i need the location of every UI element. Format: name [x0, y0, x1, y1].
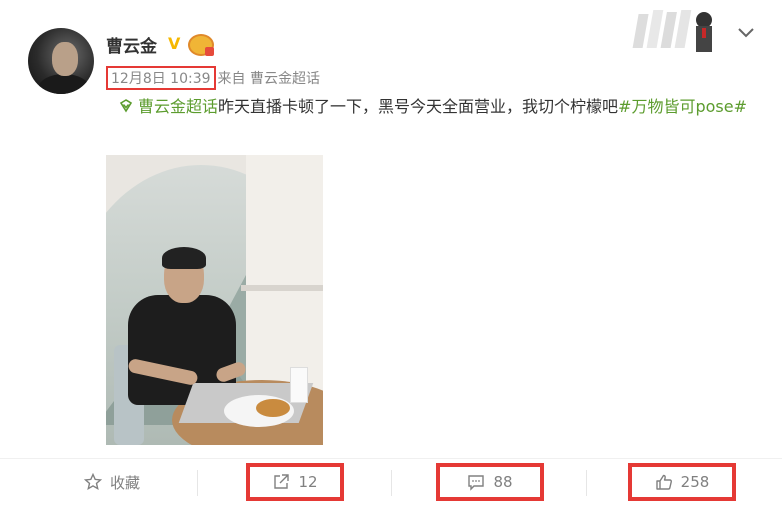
thumbs-up-icon	[655, 474, 672, 490]
avatar-body	[38, 74, 90, 94]
verified-v-icon: V	[168, 34, 181, 53]
chevron-down-icon[interactable]	[736, 26, 756, 40]
share-icon	[274, 474, 290, 489]
repost-button[interactable]: 12	[246, 463, 344, 501]
like-count: 258	[680, 473, 710, 491]
action-bar-divider	[0, 458, 782, 459]
avatar[interactable]	[28, 28, 94, 94]
star-icon	[83, 473, 102, 491]
author-name[interactable]: 曹云金	[106, 32, 157, 57]
post-body-text: 昨天直播卡顿了一下，黑号今天全面营业，我切个柠檬吧	[218, 97, 619, 116]
post-timestamp[interactable]: 12月8日 10:39	[106, 66, 216, 90]
post-meta: 12月8日 10:39 来自 曹云金超话	[106, 66, 320, 90]
action-separator	[197, 470, 198, 496]
hashtag-link[interactable]: #万物皆可pose#	[618, 97, 747, 116]
favorite-button[interactable]: 收藏	[52, 463, 172, 501]
repost-count: 12	[298, 473, 318, 491]
supertopic-link[interactable]: 曹云金超话	[138, 97, 218, 116]
post-text: 曹云金超话昨天直播卡顿了一下，黑号今天全面营业，我切个柠檬吧#万物皆可pose#	[106, 92, 766, 122]
member-level-icon	[188, 34, 214, 56]
weibo-post-card: 曹云金 V 12月8日 10:39 来自 曹云金超话 曹云金超话昨天直播卡顿了一下…	[0, 0, 782, 508]
action-separator	[391, 470, 392, 496]
avatar-face	[52, 42, 78, 76]
comment-icon	[468, 475, 485, 491]
favorite-label: 收藏	[109, 473, 140, 492]
comment-button[interactable]: 88	[436, 463, 544, 501]
sticker-decoration	[632, 10, 712, 52]
comment-count: 88	[493, 473, 513, 491]
like-button[interactable]: 258	[628, 463, 736, 501]
post-image[interactable]	[106, 155, 323, 445]
action-separator	[586, 470, 587, 496]
post-source[interactable]: 来自 曹云金超话	[218, 71, 320, 87]
supertopic-diamond-icon	[119, 99, 133, 113]
